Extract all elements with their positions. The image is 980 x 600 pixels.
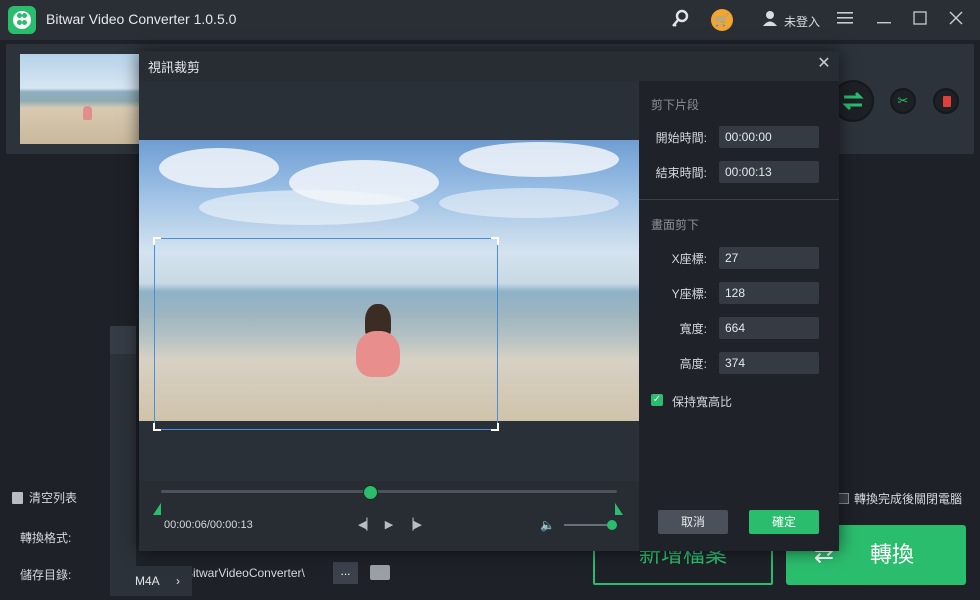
crop-handle-top-left[interactable]	[153, 237, 161, 245]
maximize-icon[interactable]	[909, 9, 931, 31]
dialog-title: 視訊裁剪	[148, 60, 201, 75]
x-coord-label: X座標:	[671, 252, 707, 266]
height-input[interactable]: 374	[719, 352, 819, 374]
shutdown-label: 轉換完成後關閉電腦	[854, 492, 963, 506]
format-option-label: M4A	[135, 574, 160, 588]
cart-icon[interactable]: 🛒	[711, 9, 733, 31]
end-time-input[interactable]: 00:00:13	[719, 161, 819, 183]
y-coord-label: Y座標:	[671, 287, 707, 301]
scissors-icon[interactable]: ✂	[890, 88, 916, 114]
app-window: Bitwar Video Converter 1.0.5.0 🛒 未登入 ✂ 清…	[0, 0, 980, 600]
trim-end-handle[interactable]	[615, 503, 623, 515]
browse-button[interactable]: ...	[333, 562, 358, 584]
y-coord-input[interactable]: 128	[719, 282, 819, 304]
video-preview-area	[139, 81, 639, 481]
start-time-input[interactable]: 00:00:00	[719, 126, 819, 148]
close-icon[interactable]	[945, 9, 967, 31]
volume-slider-knob[interactable]	[607, 520, 617, 530]
width-input[interactable]: 664	[719, 317, 819, 339]
folder-icon[interactable]	[370, 565, 390, 580]
confirm-button[interactable]: 確定	[749, 510, 819, 534]
trash-icon	[12, 492, 23, 504]
cancel-button[interactable]: 取消	[658, 510, 728, 534]
app-title: Bitwar Video Converter 1.0.5.0	[46, 11, 237, 27]
save-dir-label: 儲存目錄:	[20, 568, 72, 582]
video-thumbnail	[20, 54, 142, 144]
user-icon[interactable]	[759, 9, 781, 31]
keep-ratio-checkbox[interactable]: ✓	[651, 394, 663, 406]
keep-ratio-label: 保持寬高比	[672, 395, 733, 409]
next-frame-icon[interactable]: ▕▶	[405, 518, 422, 532]
timeline-track[interactable]	[161, 490, 617, 493]
width-label: 寬度:	[679, 322, 707, 336]
crop-dialog: 視訊裁剪 ✕ 00:00:06/00:00:13 ◀▏ ▶ ▕▶ 🔈 剪下片段 …	[139, 51, 839, 551]
title-bar: Bitwar Video Converter 1.0.5.0 🛒 未登入	[0, 0, 980, 40]
start-time-label: 開始時間:	[655, 131, 707, 145]
volume-icon[interactable]: 🔈	[540, 518, 555, 532]
app-logo-icon	[8, 6, 36, 34]
clear-list-button[interactable]: 清空列表	[12, 489, 77, 506]
trim-start-handle[interactable]	[153, 503, 161, 515]
crop-section-title: 畫面剪下	[651, 218, 700, 232]
crop-selection-box[interactable]	[153, 237, 499, 431]
cut-section-title: 剪下片段	[651, 98, 700, 112]
time-readout: 00:00:06/00:00:13	[164, 519, 253, 531]
crop-settings-panel: 剪下片段 開始時間: 00:00:00 結束時間: 00:00:13 畫面剪下 …	[639, 81, 839, 551]
clear-list-label: 清空列表	[29, 491, 78, 505]
format-dropdown-panel[interactable]	[110, 326, 136, 596]
timeline-playhead[interactable]	[363, 485, 379, 500]
save-path-field[interactable]: BitwarVideoConverter\	[185, 562, 331, 584]
crop-handle-bottom-left[interactable]	[153, 423, 161, 431]
convert-label: 轉換	[870, 542, 915, 567]
chevron-right-icon: ›	[176, 574, 180, 588]
shutdown-checkbox[interactable]: 轉換完成後關閉電腦	[838, 490, 962, 507]
login-label[interactable]: 未登入	[784, 13, 820, 30]
close-icon[interactable]: ✕	[815, 55, 833, 73]
format-label: 轉換格式:	[20, 531, 72, 545]
menu-icon[interactable]	[834, 9, 856, 31]
format-option-m4a[interactable]: M4A ›	[110, 566, 192, 596]
previous-frame-icon[interactable]: ◀▏	[358, 518, 375, 532]
end-time-label: 結束時間:	[655, 166, 707, 180]
checkbox-icon	[838, 493, 849, 504]
crop-handle-top-right[interactable]	[491, 237, 499, 245]
play-icon[interactable]: ▶	[382, 518, 396, 532]
height-label: 高度:	[679, 357, 707, 371]
panel-divider	[639, 199, 839, 200]
volume-slider[interactable]	[564, 524, 612, 526]
crop-handle-bottom-right[interactable]	[491, 423, 499, 431]
trash-icon[interactable]	[933, 88, 959, 114]
key-icon[interactable]	[669, 9, 691, 31]
x-coord-input[interactable]: 27	[719, 247, 819, 269]
minimize-icon[interactable]	[873, 9, 895, 31]
